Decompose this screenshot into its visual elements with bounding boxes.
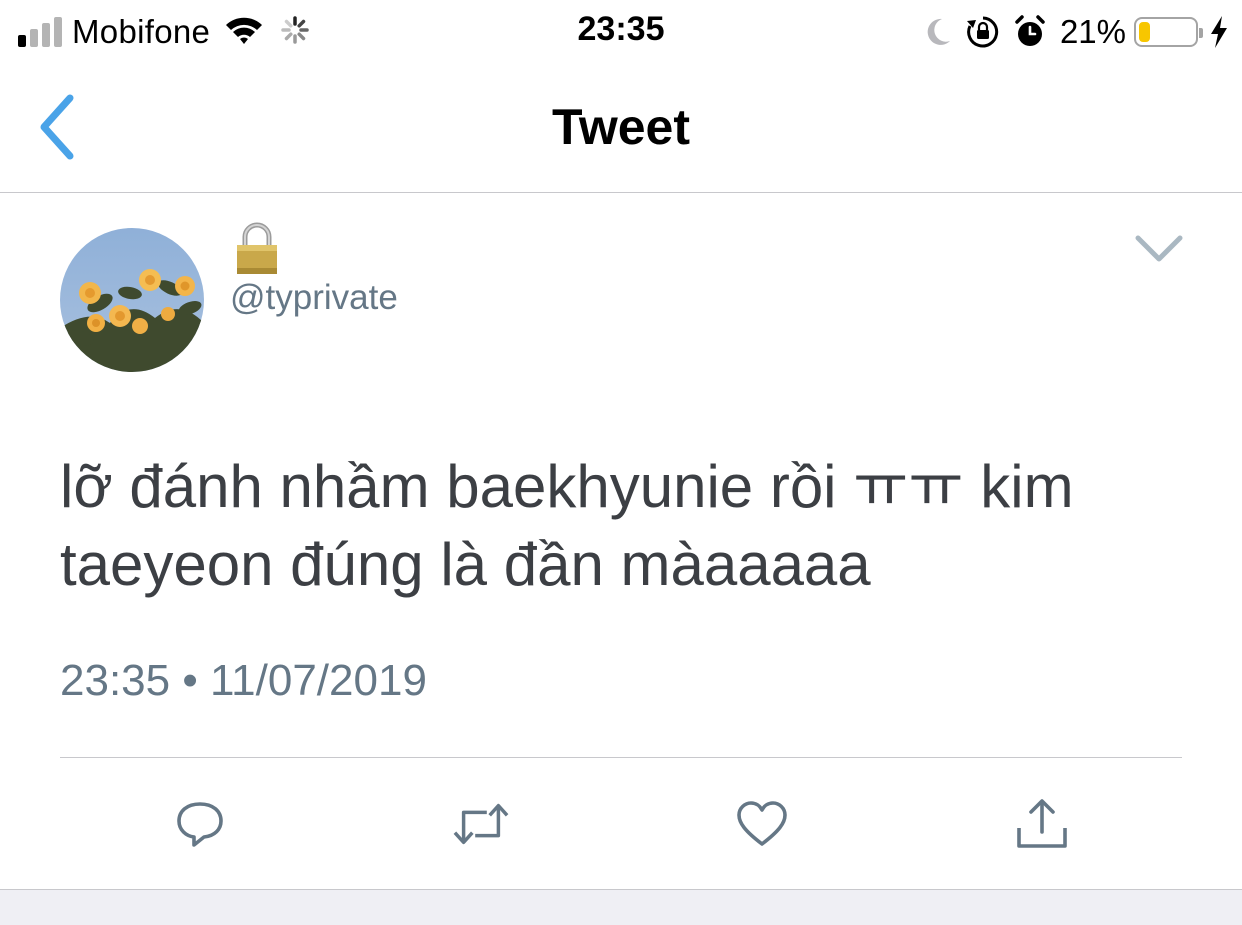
reply-button[interactable]	[171, 795, 229, 853]
like-button[interactable]	[733, 795, 791, 853]
tweet-timestamp: 23:35 • 11/07/2019	[60, 656, 427, 705]
battery-cap	[1199, 28, 1203, 38]
retweet-icon	[453, 803, 509, 845]
lock-icon	[232, 220, 282, 281]
tweet-menu-button[interactable]	[1134, 232, 1184, 271]
status-bar: Mobifone 23:35 21%	[0, 0, 1242, 64]
battery-fill	[1139, 22, 1150, 42]
tweet-text: lỡ đánh nhầm baekhyunie rồi ㅠㅠ kim taeye…	[60, 453, 1074, 598]
screen: Mobifone 23:35 21% Tweet @typrivate lỡ đ…	[0, 0, 1242, 925]
battery-icon	[1134, 17, 1203, 47]
reply-icon	[177, 802, 223, 847]
share-icon	[1017, 799, 1067, 848]
divider	[60, 757, 1182, 758]
alarm-icon	[1014, 15, 1046, 49]
rotation-lock-icon	[966, 15, 1000, 49]
navigation-bar: Tweet	[0, 64, 1242, 193]
heart-icon	[737, 801, 787, 846]
bottom-separator	[0, 889, 1242, 925]
user-handle[interactable]: @typrivate	[230, 278, 398, 318]
status-bar-right: 21%	[910, 10, 1228, 54]
battery-percentage: 21%	[1059, 13, 1126, 50]
moon-icon	[924, 17, 952, 47]
retweet-button[interactable]	[452, 795, 510, 853]
page-title: Tweet	[552, 99, 690, 155]
share-button[interactable]	[1013, 795, 1071, 853]
avatar[interactable]	[60, 228, 204, 372]
charging-bolt-icon	[1210, 16, 1228, 48]
chevron-down-icon	[1135, 235, 1183, 262]
